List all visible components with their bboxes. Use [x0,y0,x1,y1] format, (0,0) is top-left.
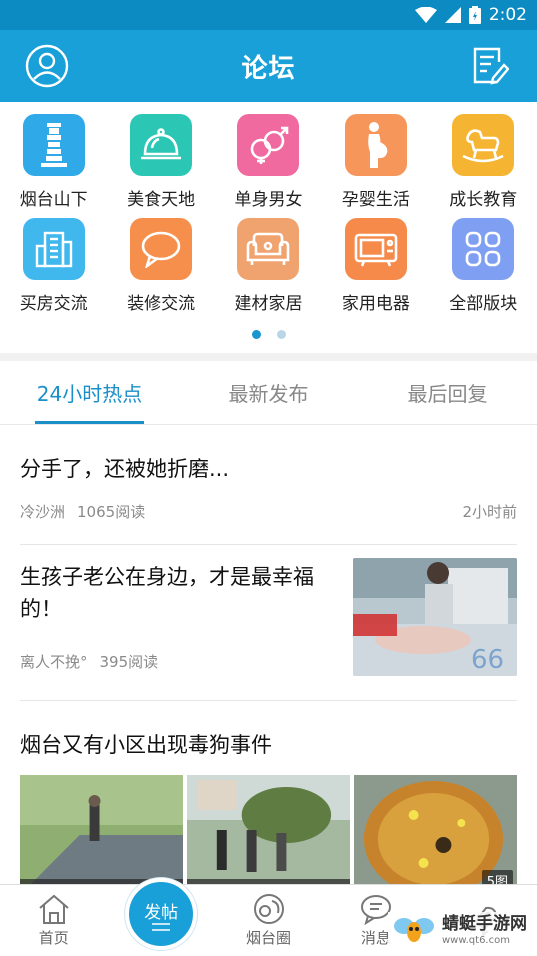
post-title: 分手了，还被她折磨... [20,457,230,481]
nav-post: 发帖 [107,878,214,956]
nav-home-label: 首页 [38,929,69,947]
category-label: 全部版块 [449,294,518,314]
rocking-horse-icon [452,114,515,176]
food-cloche-icon [130,114,193,176]
page-dot-active[interactable] [251,330,261,339]
category-label: 单身男女 [234,190,303,210]
building-icon [22,218,85,280]
grid-icon [452,218,515,280]
nav-circle[interactable]: 烟台圈 [215,885,322,956]
post-button-label: 发帖 [144,902,179,923]
status-time: 2:02 [488,5,527,25]
divider [0,353,537,361]
post-author: 离人不挽° [20,653,88,671]
circle-icon [253,894,284,924]
tab-latest[interactable]: 最新发布 [179,361,358,424]
post-title: 烟台又有小区出现毒狗事件 [20,733,272,757]
category-label: 美食天地 [127,190,196,210]
post-item[interactable]: 烟台又有小区出现毒狗事件 5图 [20,701,517,895]
tab-last-reply[interactable]: 最后回复 [358,361,537,424]
watermark: 蜻蜓手游网 www.qt6.com [388,912,531,950]
app-bar: 论坛 [0,30,537,102]
page-indicator [0,314,537,353]
lighthouse-icon [22,114,85,176]
tv-icon [344,218,407,280]
pregnant-icon [344,114,407,176]
post-meta: 离人不挽° 395阅读 [20,651,339,672]
watermark-text: 蜻蜓手游网 www.qt6.com [442,916,527,946]
post-author: 冷沙洲 [20,503,66,521]
category-danshen[interactable]: 单身男女 [215,114,322,210]
watermark-main: 蜻蜓手游网 [442,914,527,934]
page-title: 论坛 [241,53,296,84]
signal-icon [444,7,461,23]
category-zhuangxiu[interactable]: 装修交流 [107,218,214,314]
gender-icon [237,114,300,176]
nav-circle-label: 烟台圈 [246,929,292,947]
svg-text:66: 66 [471,645,504,675]
category-label: 成长教育 [449,190,518,210]
category-quanbu[interactable]: 全部版块 [430,218,537,314]
status-bar: 2:02 [0,0,537,30]
post-image[interactable] [20,775,183,895]
post-feed: 分手了，还被她折磨... 冷沙洲 1065阅读 2小时前 生孩子老公在身边，才是… [0,425,537,895]
category-label: 烟台山下 [19,190,88,210]
wifi-icon [414,7,437,23]
category-chengzhang[interactable]: 成长教育 [430,114,537,210]
tab-bar: 24小时热点 最新发布 最后回复 [0,361,537,425]
category-grid: 烟台山下 美食天地 单身男女 孕婴生活 成长教育 买房交流 装修交流 建材家居 … [0,102,537,314]
post-item[interactable]: 生孩子老公在身边，才是最幸福的！ 离人不挽° 395阅读 66 [20,545,517,701]
nav-home[interactable]: 首页 [0,885,107,956]
speech-bubble-icon [130,218,193,280]
post-time: 2小时前 [462,503,517,521]
sofa-icon [237,218,300,280]
post-image[interactable] [187,775,350,895]
category-label: 建材家居 [234,294,303,314]
profile-icon[interactable] [24,43,70,89]
nav-messages-label: 消息 [360,929,391,947]
page-dot[interactable] [276,330,286,339]
category-label: 孕婴生活 [341,190,410,210]
home-icon [39,894,69,924]
menu-lines-icon [152,922,171,931]
watermark-sub: www.qt6.com [442,935,510,946]
category-label: 装修交流 [127,294,196,314]
category-label: 家用电器 [341,294,410,314]
category-meishi[interactable]: 美食天地 [107,114,214,210]
post-reads: 395阅读 [99,653,159,671]
category-label: 买房交流 [19,294,88,314]
post-title: 生孩子老公在身边，才是最幸福的！ [20,565,314,621]
post-button[interactable]: 发帖 [125,878,198,950]
category-maifang[interactable]: 买房交流 [0,218,107,314]
compose-icon[interactable] [467,43,513,89]
post-meta: 冷沙洲 1065阅读 2小时前 [20,501,517,522]
category-jiancai[interactable]: 建材家居 [215,218,322,314]
post-thumbnail[interactable]: 66 [353,558,517,676]
post-image[interactable]: 5图 [354,775,517,895]
post-image-row: 5图 [20,775,517,895]
post-item[interactable]: 分手了，还被她折磨... 冷沙洲 1065阅读 2小时前 [20,425,517,545]
tab-24h-hot[interactable]: 24小时热点 [0,361,179,424]
category-yunying[interactable]: 孕婴生活 [322,114,429,210]
battery-icon [468,6,481,24]
post-reads: 1065阅读 [77,503,146,521]
dragonfly-logo-icon [394,918,434,942]
category-jiadian[interactable]: 家用电器 [322,218,429,314]
bottom-nav: 首页 发帖 烟台圈 消息 蜻蜓手游网 www.qt6.com [0,878,537,956]
category-yantaishanxia[interactable]: 烟台山下 [0,114,107,210]
post-text: 生孩子老公在身边，才是最幸福的！ 离人不挽° 395阅读 [20,558,339,676]
